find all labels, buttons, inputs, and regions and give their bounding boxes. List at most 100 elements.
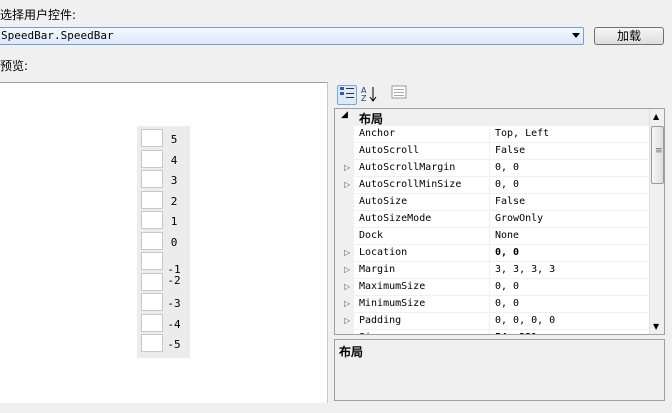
speedbar-row[interactable]: 5: [137, 128, 190, 148]
scroll-thumb[interactable]: ≡: [651, 126, 664, 184]
property-name: AutoScroll: [359, 145, 420, 156]
description-title: 布局: [339, 345, 364, 359]
property-value[interactable]: False: [495, 196, 525, 207]
column-divider: [489, 296, 490, 313]
speedbar-cell[interactable]: [141, 252, 163, 270]
property-value[interactable]: GrowOnly: [495, 213, 543, 224]
expand-icon[interactable]: ▷: [344, 163, 350, 172]
expand-icon[interactable]: ▷: [344, 265, 350, 274]
scroll-down-icon[interactable]: ▼: [653, 322, 659, 331]
property-name: AutoSize: [359, 196, 408, 207]
property-row[interactable]: AutoSize False: [335, 194, 649, 211]
svg-text:Z: Z: [361, 94, 367, 103]
speedbar-cell[interactable]: [141, 293, 163, 311]
property-value[interactable]: 0, 0, 0, 0: [495, 315, 555, 326]
property-row[interactable]: ▷ MinimumSize 0, 0: [335, 296, 649, 313]
expand-icon[interactable]: ▷: [344, 333, 350, 334]
speedbar-value-label: 5: [170, 133, 178, 146]
speedbar-row[interactable]: -1: [137, 251, 190, 276]
expand-icon[interactable]: ▷: [344, 282, 350, 291]
speedbar-row[interactable]: 4: [137, 149, 190, 169]
property-name: Margin: [359, 264, 396, 275]
preview-label: 预览:: [0, 59, 29, 73]
column-divider: [489, 245, 490, 262]
property-value[interactable]: 0, 0: [495, 247, 519, 258]
row-gutter: [335, 126, 354, 143]
expand-icon[interactable]: ▷: [344, 316, 350, 325]
speedbar-row[interactable]: -3: [137, 292, 190, 312]
speedbar-cell[interactable]: [141, 334, 163, 352]
speedbar-cell[interactable]: [141, 170, 163, 188]
property-name: AutoScrollMargin: [359, 162, 456, 173]
property-row[interactable]: ▷ MaximumSize 0, 0: [335, 279, 649, 296]
property-row[interactable]: ▷ Padding 0, 0, 0, 0: [335, 313, 649, 330]
property-row[interactable]: ▷ Location 0, 0: [335, 245, 649, 262]
column-divider: [489, 262, 490, 279]
property-value[interactable]: False: [495, 145, 525, 156]
row-gutter: [335, 143, 354, 160]
column-divider: [489, 160, 490, 177]
dropdown-arrow-icon[interactable]: [572, 33, 580, 38]
property-value[interactable]: 0, 0: [495, 162, 519, 173]
property-row[interactable]: ▷ AutoScrollMinSize 0, 0: [335, 177, 649, 194]
property-description-panel: 布局: [334, 339, 665, 401]
speedbar-value-label: 0: [170, 235, 178, 249]
property-name: Padding: [359, 315, 402, 326]
property-value[interactable]: 0, 0: [495, 298, 519, 309]
column-divider: [489, 194, 490, 211]
property-pages-icon[interactable]: [389, 85, 409, 105]
property-row[interactable]: AutoSizeMode GrowOnly: [335, 211, 649, 228]
property-grid-toolbar: AZ: [335, 84, 670, 106]
speedbar-cell[interactable]: [141, 272, 163, 291]
speedbar-row[interactable]: 1: [137, 210, 190, 230]
column-divider: [489, 228, 490, 245]
load-button[interactable]: 加载: [594, 27, 664, 45]
speedbar-value-label: 3: [170, 174, 178, 187]
property-value[interactable]: Top, Left: [495, 128, 549, 139]
property-value[interactable]: None: [495, 230, 519, 241]
property-name: MaximumSize: [359, 281, 426, 292]
category-header-layout[interactable]: ◢ 布局: [335, 109, 649, 126]
property-value[interactable]: 0, 0: [495, 281, 519, 292]
property-name: Location: [359, 247, 408, 258]
grip-icon: ≡: [655, 146, 663, 156]
control-select[interactable]: SpeedBar.SpeedBar: [0, 27, 584, 45]
property-row[interactable]: ▷ AutoScrollMargin 0, 0: [335, 160, 649, 177]
speedbar-cell[interactable]: [141, 231, 163, 250]
speedbar-cell[interactable]: [141, 211, 163, 229]
property-row[interactable]: Dock None: [335, 228, 649, 245]
speedbar-row[interactable]: -5: [137, 333, 190, 353]
property-value[interactable]: 0, 0: [495, 179, 519, 190]
column-divider: [489, 126, 490, 143]
speedbar-row[interactable]: 0: [137, 231, 190, 251]
property-row[interactable]: AutoScroll False: [335, 143, 649, 160]
property-grid-scrollbar[interactable]: ▲ ≡ ▼: [649, 109, 664, 334]
speedbar-cell[interactable]: [141, 190, 163, 209]
expand-icon[interactable]: ▷: [344, 180, 350, 189]
speedbar-row[interactable]: 2: [137, 190, 190, 210]
speedbar-row[interactable]: -4: [137, 313, 190, 333]
speedbar-cell[interactable]: [141, 313, 163, 332]
property-row[interactable]: Anchor Top, Left: [335, 126, 649, 143]
property-value[interactable]: 54, 231: [495, 332, 537, 334]
speedbar-cell[interactable]: [141, 129, 163, 147]
speedbar-cell[interactable]: [141, 149, 163, 168]
speedbar-value-label: -2: [167, 273, 181, 287]
property-row[interactable]: ▷ Margin 3, 3, 3, 3: [335, 262, 649, 279]
row-gutter: [335, 194, 354, 211]
categorized-view-icon[interactable]: [337, 85, 357, 105]
speedbar-control[interactable]: 5 4 3 2 1 0 -1 -2 -3 -4 -5: [137, 126, 190, 358]
column-divider: [489, 143, 490, 160]
speedbar-row[interactable]: -2: [137, 272, 190, 292]
collapse-triangle-icon[interactable]: ◢: [341, 110, 348, 120]
row-gutter: [335, 228, 354, 245]
scroll-up-icon[interactable]: ▲: [653, 112, 659, 121]
sort-az-icon[interactable]: AZ: [359, 85, 379, 105]
control-select-value: SpeedBar.SpeedBar: [1, 29, 114, 42]
select-control-label: 选择用户控件:: [0, 8, 77, 22]
expand-icon[interactable]: ▷: [344, 299, 350, 308]
property-row[interactable]: ▷ Size 54, 231: [335, 330, 649, 334]
expand-icon[interactable]: ▷: [344, 248, 350, 257]
speedbar-row[interactable]: 3: [137, 169, 190, 189]
property-value[interactable]: 3, 3, 3, 3: [495, 264, 555, 275]
